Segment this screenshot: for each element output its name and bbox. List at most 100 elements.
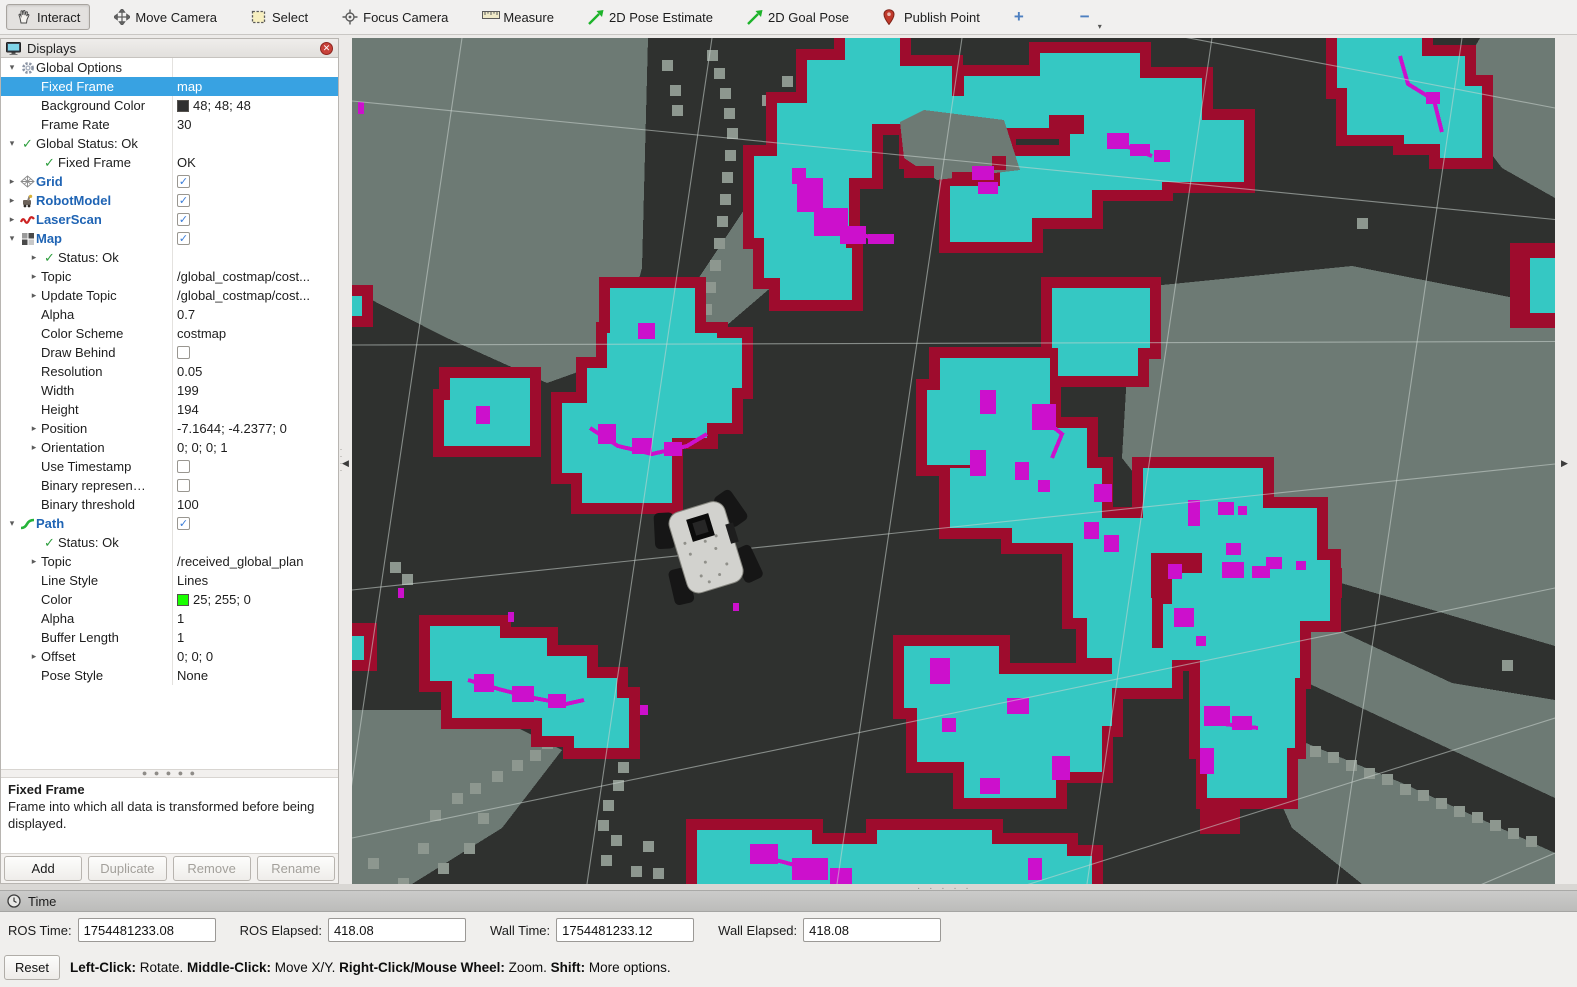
tree-row-global-status-ok[interactable]: ▾✓Global Status: Ok [1,134,338,153]
tree-row-draw-behind[interactable]: Draw Behind [1,343,338,362]
tree-row-pose-style[interactable]: Pose StyleNone [1,666,338,685]
tree-row-orientation[interactable]: ▸Orientation0; 0; 0; 1 [1,438,338,457]
property-value[interactable]: /global_costmap/cost... [172,286,338,305]
rename-button[interactable]: Rename [257,856,335,881]
property-value[interactable]: OK [172,153,338,172]
add-tool-button[interactable]: + [1004,5,1034,29]
tree-row-fixed-frame[interactable]: Fixed Framemap [1,77,338,96]
tree-row-frame-rate[interactable]: Frame Rate30 [1,115,338,134]
duplicate-button[interactable]: Duplicate [88,856,166,881]
property-value[interactable]: 1 [172,609,338,628]
tree-row-path[interactable]: ▾Path✓ [1,514,338,533]
property-value[interactable] [172,343,338,362]
tree-row-binary-threshold[interactable]: Binary threshold100 [1,495,338,514]
tool-interact[interactable]: Interact [6,4,90,30]
tree-row-laserscan[interactable]: ▸LaserScan✓ [1,210,338,229]
close-icon[interactable]: ✕ [320,42,333,55]
tree-row-global-options[interactable]: ▾Global Options [1,58,338,77]
checkbox-unchecked-icon[interactable] [177,479,190,492]
property-value[interactable]: Lines [172,571,338,590]
displays-panel-header[interactable]: Displays ✕ [1,39,338,58]
property-value[interactable]: /global_costmap/cost... [172,267,338,286]
tree-row-fixed-frame[interactable]: ✓Fixed FrameOK [1,153,338,172]
property-value[interactable] [172,134,338,153]
expand-closed-icon[interactable]: ▸ [27,647,41,666]
tree-row-width[interactable]: Width199 [1,381,338,400]
add-button[interactable]: Add [4,856,82,881]
property-value[interactable]: ✓ [172,191,338,210]
tree-row-status-ok[interactable]: ▸✓Status: Ok [1,248,338,267]
property-value[interactable]: 100 [172,495,338,514]
tree-row-topic[interactable]: ▸Topic/global_costmap/cost... [1,267,338,286]
ros-elapsed-input[interactable] [328,918,466,942]
property-value[interactable]: 0.05 [172,362,338,381]
wall-time-input[interactable] [556,918,694,942]
checkbox-unchecked-icon[interactable] [177,346,190,359]
tree-row-line-style[interactable]: Line StyleLines [1,571,338,590]
checkbox-checked-icon[interactable]: ✓ [177,175,190,188]
tree-row-map[interactable]: ▾Map✓ [1,229,338,248]
property-value[interactable]: ✓ [172,210,338,229]
tree-row-alpha[interactable]: Alpha1 [1,609,338,628]
tree-row-grid[interactable]: ▸Grid✓ [1,172,338,191]
property-value[interactable]: ✓ [172,514,338,533]
property-value[interactable] [172,457,338,476]
tree-row-topic[interactable]: ▸Topic/received_global_plan [1,552,338,571]
tool-2d-goal-pose[interactable]: 2D Goal Pose [737,4,859,30]
property-value[interactable]: 25; 255; 0 [172,590,338,609]
collapse-left-icon[interactable]: ◀ [342,458,349,469]
checkbox-checked-icon[interactable]: ✓ [177,232,190,245]
expand-closed-icon[interactable]: ▸ [27,248,41,267]
expand-open-icon[interactable]: ▾ [5,229,19,248]
ros-time-input[interactable] [78,918,216,942]
panel-splitter[interactable]: ● ● ● ● ● [1,769,338,778]
property-value[interactable]: 1 [172,628,338,647]
tool-publish-point[interactable]: Publish Point [873,4,990,30]
property-value[interactable]: 30 [172,115,338,134]
expand-closed-icon[interactable]: ▸ [5,191,19,210]
property-value[interactable]: 0; 0; 0; 1 [172,438,338,457]
tree-row-color[interactable]: Color25; 255; 0 [1,590,338,609]
property-value[interactable] [172,248,338,267]
property-value[interactable]: None [172,666,338,685]
time-panel-header[interactable]: Time [0,890,1577,912]
tree-row-use-timestamp[interactable]: Use Timestamp [1,457,338,476]
expand-open-icon[interactable]: ▾ [5,134,19,153]
expand-closed-icon[interactable]: ▸ [27,267,41,286]
property-value[interactable] [172,58,338,77]
expand-closed-icon[interactable]: ▸ [27,286,41,305]
tree-row-position[interactable]: ▸Position-7.1644; -4.2377; 0 [1,419,338,438]
3d-viewport[interactable] [352,38,1555,884]
expand-closed-icon[interactable]: ▸ [27,552,41,571]
tool-select[interactable]: Select [241,4,318,30]
tree-row-alpha[interactable]: Alpha0.7 [1,305,338,324]
tool-2d-pose-estimate[interactable]: 2D Pose Estimate [578,4,723,30]
tree-row-binary-represen-[interactable]: Binary represen… [1,476,338,495]
tree-row-resolution[interactable]: Resolution0.05 [1,362,338,381]
tree-row-offset[interactable]: ▸Offset0; 0; 0 [1,647,338,666]
remove-button[interactable]: Remove [173,856,251,881]
checkbox-checked-icon[interactable]: ✓ [177,517,190,530]
tool-focus-camera[interactable]: Focus Camera [332,4,458,30]
property-value[interactable]: map [172,77,338,96]
tree-row-status-ok[interactable]: ✓Status: Ok [1,533,338,552]
property-value[interactable]: /received_global_plan [172,552,338,571]
property-value[interactable]: ✓ [172,229,338,248]
tool-measure[interactable]: Measure [472,4,564,30]
horizontal-splitter[interactable]: · · · · · [0,884,1577,890]
expand-closed-icon[interactable]: ▸ [27,438,41,457]
tree-row-height[interactable]: Height194 [1,400,338,419]
tree-row-buffer-length[interactable]: Buffer Length1 [1,628,338,647]
checkbox-unchecked-icon[interactable] [177,460,190,473]
property-value[interactable]: ✓ [172,172,338,191]
expand-closed-icon[interactable]: ▸ [27,419,41,438]
wall-elapsed-input[interactable] [803,918,941,942]
property-value[interactable]: 199 [172,381,338,400]
tree-row-color-scheme[interactable]: Color Schemecostmap [1,324,338,343]
tool-move-camera[interactable]: Move Camera [104,4,227,30]
property-value[interactable] [172,533,338,552]
tree-row-update-topic[interactable]: ▸Update Topic/global_costmap/cost... [1,286,338,305]
property-value[interactable]: costmap [172,324,338,343]
property-value[interactable]: -7.1644; -4.2377; 0 [172,419,338,438]
property-value[interactable]: 48; 48; 48 [172,96,338,115]
